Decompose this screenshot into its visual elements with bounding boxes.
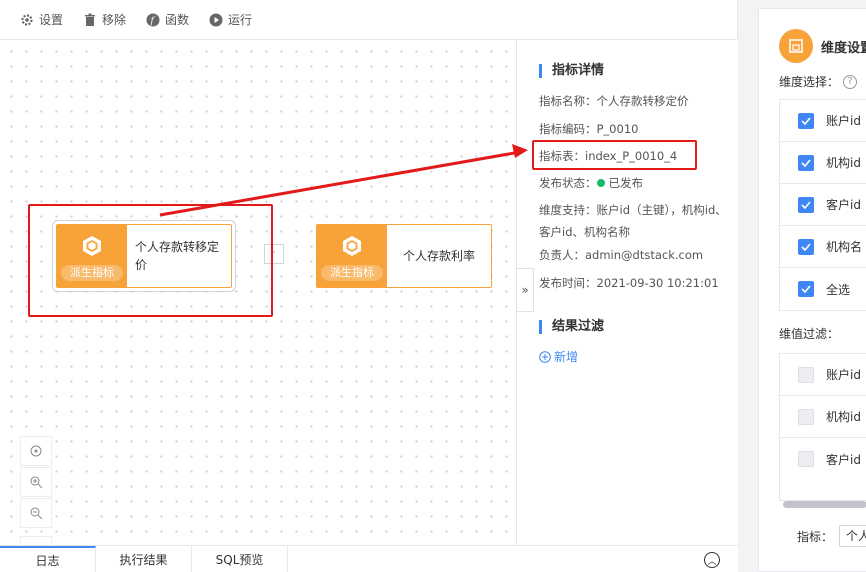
settings-label: 设置 xyxy=(39,13,64,27)
derived-metric-node[interactable]: 派生指标 个人存款利率 xyxy=(316,224,492,288)
add-filter-label: 新增 xyxy=(554,350,579,364)
tab-result[interactable]: 执行结果 xyxy=(96,546,192,572)
run-label: 运行 xyxy=(228,13,253,27)
list-item-label: 全选 xyxy=(826,282,851,297)
node-tag: 派生指标 xyxy=(321,265,383,281)
dimension-select-text: 维度选择： xyxy=(779,75,840,89)
highlight-box-node xyxy=(28,204,273,317)
toolbar: 设置 移除 f 函数 运行 xyxy=(0,0,738,40)
checkbox-checked-icon[interactable] xyxy=(798,238,814,255)
chevron-up-icon[interactable]: ︿ xyxy=(704,552,720,568)
list-item-label: 客户id xyxy=(826,452,861,467)
list-item-label: 账户id xyxy=(826,368,861,382)
list-item[interactable]: 账户id xyxy=(780,100,866,142)
publish-status-value: 已发布 xyxy=(608,176,644,190)
target-icon xyxy=(30,445,42,457)
dimension-select-label: 维度选择：? xyxy=(779,73,858,90)
list-item[interactable]: 客户id xyxy=(780,184,866,226)
select-all-item[interactable]: 全选 xyxy=(780,268,866,310)
list-item[interactable]: 账户id xyxy=(780,354,866,396)
result-filter-title: 结果过滤 xyxy=(539,320,604,334)
canvas-tools xyxy=(20,436,52,545)
publish-status: 发布状态： 已发布 xyxy=(539,172,729,194)
play-icon xyxy=(209,13,223,26)
checkbox-unchecked-icon[interactable] xyxy=(798,451,814,467)
zoom-out-icon xyxy=(30,507,43,520)
run-button[interactable]: 运行 xyxy=(209,11,252,28)
list-item-label: 机构id xyxy=(826,410,861,424)
list-item[interactable]: 客户id xyxy=(780,438,866,480)
metric-detail-panel: 指标详情 指标名称：个人存款转移定价 指标编码：P_0010 指标表：index… xyxy=(516,40,738,545)
zoom-in-button[interactable] xyxy=(20,467,52,497)
detail-title: 指标详情 xyxy=(539,64,604,78)
dimension-support: 维度支持：账户id（主键），机构id、客户id、机构名称 xyxy=(539,203,727,239)
collapse-panel-button[interactable]: » xyxy=(516,268,534,312)
value-filter-label: 维值过滤： xyxy=(779,327,840,341)
help-icon[interactable]: ? xyxy=(843,74,858,89)
layout-button[interactable] xyxy=(20,536,52,545)
checkbox-checked-icon[interactable] xyxy=(798,154,814,171)
value-filter-list: 账户id 机构id 客户id xyxy=(779,353,866,501)
checkbox-unchecked-icon[interactable] xyxy=(798,408,814,425)
bottom-tabs: 日志 执行结果 SQL预览 ︿ xyxy=(0,545,738,572)
hexagon-icon xyxy=(343,236,361,256)
dimension-list: 账户id 机构id 客户id 机构名 全选 xyxy=(779,99,866,311)
function-label: 函数 xyxy=(165,13,190,27)
list-item-label: 客户id xyxy=(826,198,861,212)
function-icon: f xyxy=(146,13,160,26)
owner: 负责人：admin@dtstack.com xyxy=(539,248,704,262)
locate-button[interactable] xyxy=(20,436,52,466)
tab-log[interactable]: 日志 xyxy=(0,546,96,572)
zoom-in-icon xyxy=(30,476,43,489)
node-badge: 派生指标 xyxy=(317,225,387,287)
gear-icon xyxy=(21,13,33,26)
list-item-label: 机构名 xyxy=(826,240,863,254)
trash-icon xyxy=(85,13,96,26)
metric-filter-input[interactable]: 个人 xyxy=(839,525,866,547)
remove-button[interactable]: 移除 xyxy=(83,11,126,28)
list-item-label: 机构id xyxy=(826,156,861,170)
metric-filter-label: 指标： xyxy=(797,529,834,544)
list-item[interactable]: 机构id xyxy=(780,142,866,184)
panel-title: 维度设置 xyxy=(821,41,866,56)
checkbox-checked-icon[interactable] xyxy=(798,112,814,129)
node-title: 个人存款利率 xyxy=(402,249,475,263)
tab-sql-preview[interactable]: SQL预览 xyxy=(192,546,288,572)
remove-label: 移除 xyxy=(102,13,127,27)
publish-time: 发布时间：2021-09-30 10:21:01 xyxy=(539,276,719,290)
checkbox-unchecked-icon[interactable] xyxy=(798,366,814,383)
list-item[interactable]: 机构id xyxy=(780,396,866,438)
checkbox-checked-icon[interactable] xyxy=(798,196,814,213)
metric-code: 指标编码：P_0010 xyxy=(539,122,639,136)
add-filter-button[interactable]: 新增 xyxy=(539,348,578,365)
panel-horizontal-scrollbar[interactable] xyxy=(783,501,866,508)
function-button[interactable]: f 函数 xyxy=(146,11,189,28)
checkbox-checked-icon[interactable] xyxy=(798,281,814,297)
status-dot-icon xyxy=(596,179,605,187)
list-item-label: 账户id xyxy=(826,114,861,128)
metric-filter: 指标： 个人 xyxy=(797,525,866,547)
publish-status-label: 发布状态： xyxy=(539,176,597,190)
plus-circle-icon xyxy=(539,350,551,363)
metric-name: 指标名称：个人存款转移定价 xyxy=(539,94,689,108)
dimension-settings-panel: 维度设置 维度选择：? 账户id 机构id 客户id 机构名 全选 维值过滤： … xyxy=(758,8,866,572)
settings-button[interactable]: 设置 xyxy=(20,11,63,28)
list-item[interactable]: 机构名 xyxy=(780,226,866,268)
dimension-icon xyxy=(779,29,813,63)
zoom-out-button[interactable] xyxy=(20,498,52,528)
highlight-box-table xyxy=(532,140,697,170)
